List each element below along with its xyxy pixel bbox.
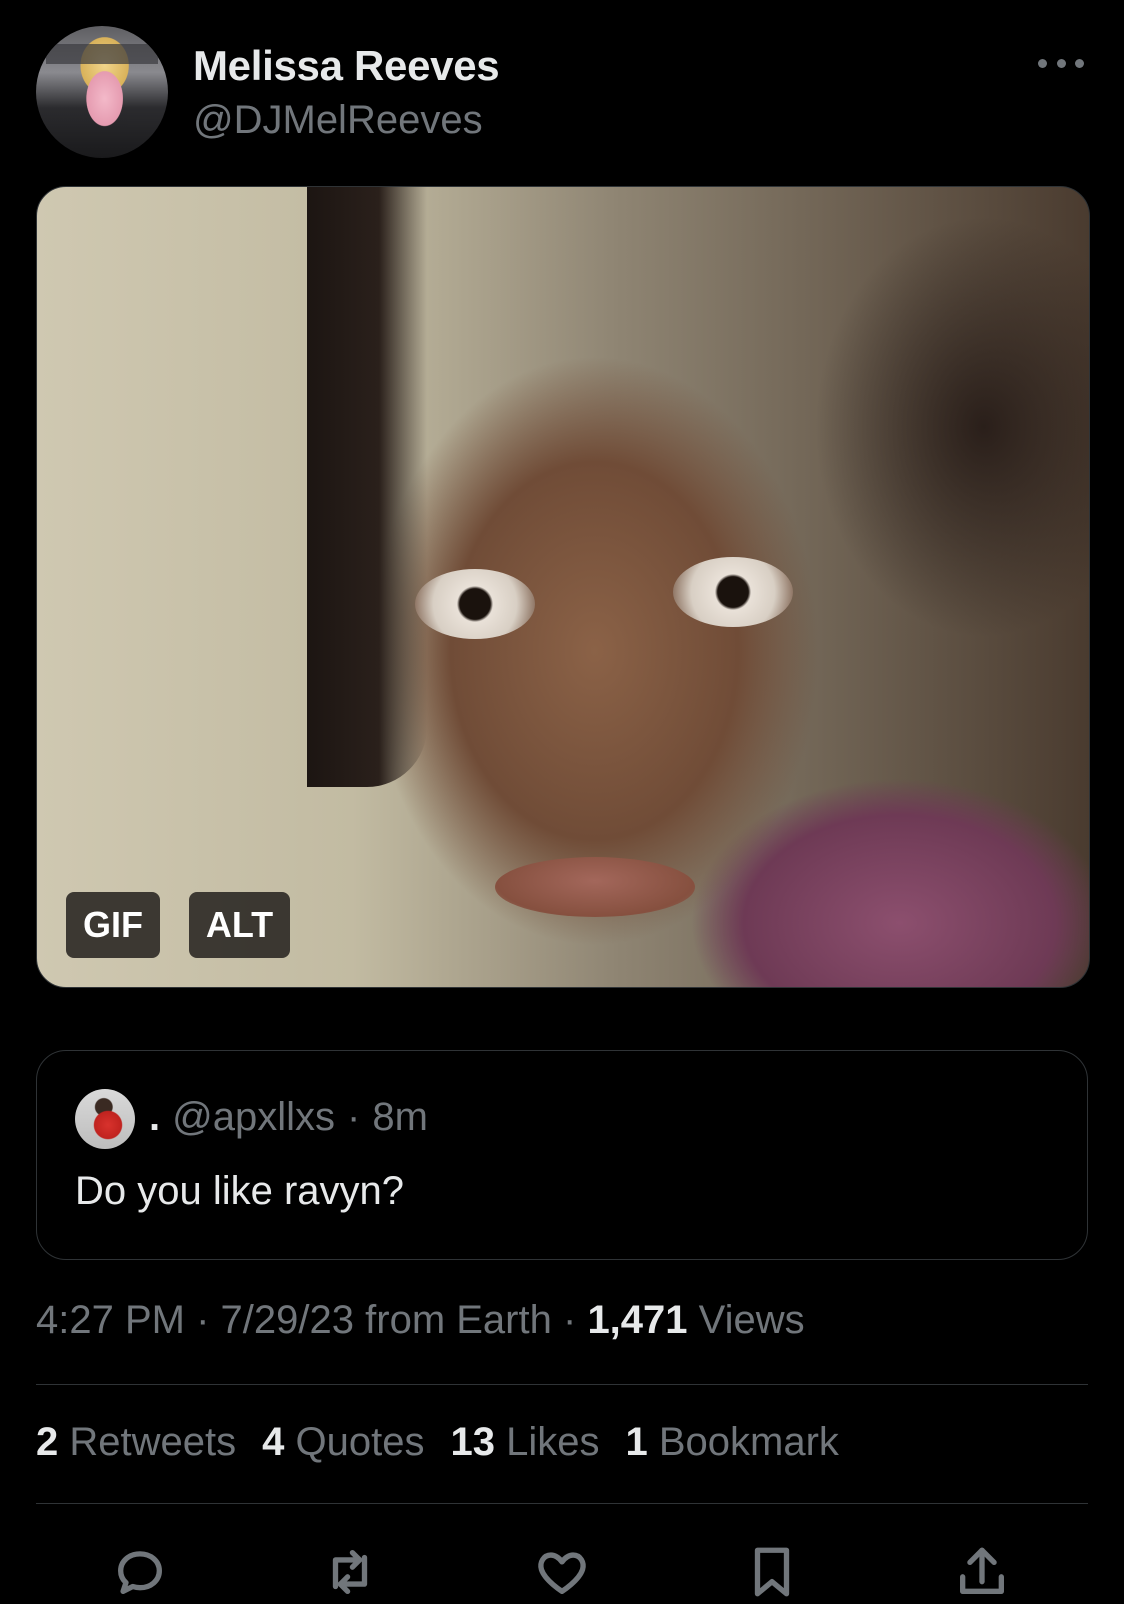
quotes-stat[interactable]: 4 Quotes [262,1420,424,1465]
author-name[interactable]: Melissa Reeves [193,42,500,90]
quoted-author-handle: @apxllxs [172,1095,335,1139]
tweet-source: from Earth [365,1298,552,1342]
views-label[interactable]: Views [699,1298,805,1342]
quoted-author-name: . [149,1095,161,1139]
quoted-text: Do you like ravyn? [75,1169,405,1213]
bookmarks-stat[interactable]: 1 Bookmark [625,1420,838,1465]
author-avatar[interactable] [36,26,168,158]
alt-text-button[interactable]: ALT [189,892,290,958]
quoted-author-avatar [75,1089,135,1149]
separator-dot: · [347,1095,361,1139]
quoted-time: 8m [372,1095,428,1139]
action-bar [0,1540,1124,1600]
quoted-tweet[interactable]: . @apxllxs · 8m Do you like ravyn? [36,1050,1088,1260]
divider [36,1503,1088,1504]
reply-icon[interactable] [108,1540,172,1604]
more-options-icon[interactable] [1038,50,1084,76]
retweet-icon[interactable] [318,1540,382,1604]
author-handle[interactable]: @DJMelReeves [193,98,483,143]
retweets-stat[interactable]: 2 Retweets [36,1420,236,1465]
divider [36,1384,1088,1385]
separator-dot: · [196,1298,210,1342]
tweet-date[interactable]: 7/29/23 [221,1298,354,1342]
tweet-meta: 4:27 PM · 7/29/23 from Earth · 1,471 Vie… [36,1298,805,1343]
separator-dot: · [562,1298,577,1342]
engagement-stats: 2 Retweets 4 Quotes 13 Likes 1 Bookmark [36,1420,839,1465]
views-count[interactable]: 1,471 [587,1298,687,1342]
quoted-header: . @apxllxs · 8m [149,1095,428,1140]
like-icon[interactable] [530,1540,594,1604]
share-icon[interactable] [950,1540,1014,1604]
media-content [307,187,427,787]
tweet-media-gif[interactable] [36,186,1090,988]
tweet-time[interactable]: 4:27 PM [36,1298,185,1342]
likes-stat[interactable]: 13 Likes [450,1420,599,1465]
bookmark-icon[interactable] [740,1540,804,1604]
gif-badge: GIF [66,892,160,958]
